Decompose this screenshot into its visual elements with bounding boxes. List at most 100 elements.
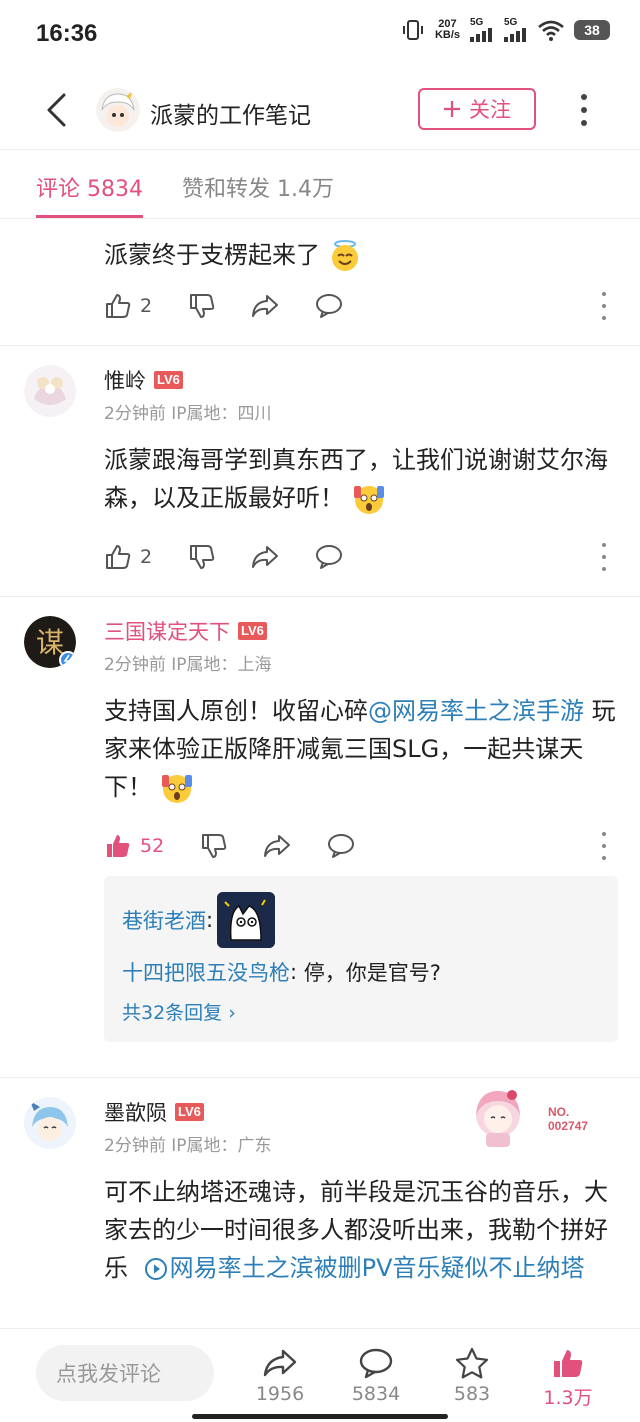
thumbs-down-icon: [202, 834, 227, 858]
tab-likes-reposts[interactable]: 赞和转发 1.4万: [182, 171, 334, 203]
reply-item[interactable]: 巷街老酒:: [122, 890, 600, 950]
back-button[interactable]: [36, 88, 76, 132]
comment-actions: 2: [104, 543, 624, 573]
comment-more-button[interactable]: [602, 832, 608, 860]
badge-number: NO. 002747: [548, 1105, 589, 1133]
comment-meta: 2分钟前 IP属地：上海: [104, 655, 272, 675]
thumbs-down-icon: [190, 294, 215, 318]
comment-actions: 52: [104, 832, 624, 862]
dislike-button[interactable]: [200, 832, 228, 860]
like-button[interactable]: 2: [104, 292, 152, 320]
comment-item: 惟岭 LV6 2分钟前 IP属地：四川 派蒙跟海哥学到真东西了，让我们说谢谢艾尔…: [0, 347, 640, 597]
star-icon: [455, 1347, 489, 1379]
shocked-emoji-icon: [353, 486, 384, 514]
reply-username[interactable]: 十四把限五没鸟枪: [122, 957, 290, 987]
like-post-button[interactable]: 1.3万: [528, 1347, 608, 1410]
like-count: 2: [140, 546, 153, 568]
like-count: 52: [140, 835, 165, 857]
thumbs-up-icon: [106, 294, 131, 318]
signal-icon-2: 5G: [504, 18, 528, 42]
comment-item: 派蒙终于支楞起来了 2: [0, 220, 640, 346]
comment-text: 派蒙跟海哥学到真东西了，让我们说谢谢艾尔海森，以及正版最好听！: [104, 441, 624, 517]
plus-icon: [444, 101, 460, 117]
share-icon: [264, 835, 290, 857]
comment-bubble-icon: [359, 1348, 393, 1379]
comment-feed[interactable]: 派蒙终于支楞起来了 2 惟岭 LV6 2分钟前 IP属地：四川 派蒙跟海哥学到真…: [0, 220, 640, 1328]
svg-text:谋: 谋: [36, 626, 64, 659]
comments-button[interactable]: 5834: [336, 1347, 416, 1405]
user-avatar[interactable]: [24, 365, 76, 417]
comment-text: 可不止纳塔还魂诗，前半段是沉玉谷的音乐，大家去的少一时间很多人都没听出来，我勒个…: [104, 1178, 608, 1282]
follow-button[interactable]: 关注: [418, 88, 536, 130]
favorite-button[interactable]: 583: [432, 1347, 512, 1405]
reply-button[interactable]: [314, 543, 344, 571]
comment-text: 支持国人原创！收留心碎@网易率土之滨手游 玩家来体验正版降肝减氪三国SLG，一起…: [104, 692, 624, 806]
comment-text: 派蒙终于支楞起来了: [104, 236, 624, 274]
reply-preview[interactable]: 巷街老酒: 十四把限五没鸟枪: 停，你是官号? 共32条回复 ›: [104, 876, 618, 1042]
comment-input[interactable]: 点我发评论: [36, 1345, 214, 1401]
comment-item: 谋 三国谋定天下 LV6 2分钟前 IP属地：上海 支持国人原创！收留心碎@网易…: [0, 598, 640, 1078]
bottom-action-bar: 点我发评论 1956 5834 583 1.3万: [0, 1328, 640, 1422]
account-avatar[interactable]: [96, 88, 140, 132]
level-badge: LV6: [154, 371, 183, 389]
fan-badge-card[interactable]: NO. 002747: [458, 1085, 618, 1149]
share-icon: [252, 295, 278, 317]
comment-meta: 2分钟前 IP属地：广东: [104, 1136, 272, 1156]
like-button[interactable]: 52: [104, 832, 164, 860]
wifi-icon: [538, 20, 564, 41]
reply-button[interactable]: [314, 292, 344, 320]
comment-more-button[interactable]: [602, 292, 608, 320]
reply-username[interactable]: 巷街老酒: [122, 905, 206, 935]
thumbs-down-icon: [190, 545, 215, 569]
thumbs-up-filled-icon: [554, 1350, 583, 1377]
comment-bubble-icon: [316, 294, 342, 318]
level-badge: LV6: [238, 622, 267, 640]
more-options-button[interactable]: [574, 90, 594, 130]
favorite-count: 583: [453, 1383, 491, 1405]
comment-bubble-icon: [328, 834, 354, 858]
vibrate-icon: [402, 20, 423, 40]
comment-item: 墨歆陨 LV6 2分钟前 IP属地：广东 NO. 002747 可不止纳塔还魂诗…: [0, 1079, 640, 1328]
comment-more-button[interactable]: [602, 543, 608, 571]
chevron-left-icon: [47, 93, 66, 127]
status-bar: 16:36 207 KB/s 5G 5G 38: [0, 0, 640, 70]
share-button[interactable]: [250, 292, 280, 320]
tab-comments[interactable]: 评论 5834: [36, 171, 143, 218]
view-all-replies-link[interactable]: 共32条回复 ›: [122, 998, 600, 1025]
status-time: 16:36: [36, 20, 98, 47]
reply-item[interactable]: 十四把限五没鸟枪: 停，你是官号?: [122, 950, 600, 994]
thumbs-up-filled-icon: [107, 835, 130, 857]
like-count: 1.3万: [543, 1387, 593, 1409]
nav-bar: 派蒙的工作笔记 关注: [0, 70, 640, 150]
share-button[interactable]: [262, 832, 292, 860]
signal-icon-1: 5G: [470, 18, 494, 42]
dislike-button[interactable]: [188, 543, 216, 571]
dislike-button[interactable]: [188, 292, 216, 320]
chevron-right-icon: ›: [228, 1002, 236, 1024]
user-avatar[interactable]: 谋: [24, 616, 76, 668]
video-link[interactable]: 网易率土之滨被删PV音乐疑似不止纳塔: [136, 1254, 585, 1282]
user-avatar[interactable]: [24, 1097, 76, 1149]
comment-bubble-icon: [316, 545, 342, 569]
status-icons: 207 KB/s 5G 5G 38: [401, 18, 610, 42]
repost-button[interactable]: 1956: [240, 1347, 320, 1405]
share-icon: [263, 1349, 297, 1377]
comment-tabs: 评论 5834 赞和转发 1.4万: [0, 151, 640, 219]
comment-username[interactable]: 三国谋定天下 LV6: [104, 616, 267, 646]
shocked-emoji-icon: [161, 775, 192, 803]
comment-meta: 2分钟前 IP属地：四川: [104, 404, 272, 424]
like-count: 2: [140, 295, 153, 317]
home-indicator[interactable]: [192, 1414, 448, 1419]
share-button[interactable]: [250, 543, 280, 571]
thumbs-up-icon: [106, 545, 131, 569]
comment-actions: 2: [104, 292, 624, 322]
play-circle-icon: [144, 1258, 167, 1280]
level-badge: LV6: [175, 1103, 204, 1121]
comment-username[interactable]: 墨歆陨 LV6: [104, 1097, 204, 1127]
mention-link[interactable]: @网易率土之滨手游: [368, 697, 584, 725]
account-name[interactable]: 派蒙的工作笔记: [150, 96, 311, 130]
reply-button[interactable]: [326, 832, 356, 860]
comment-username[interactable]: 惟岭 LV6: [104, 365, 183, 395]
repost-count: 1956: [255, 1383, 305, 1405]
like-button[interactable]: 2: [104, 543, 152, 571]
